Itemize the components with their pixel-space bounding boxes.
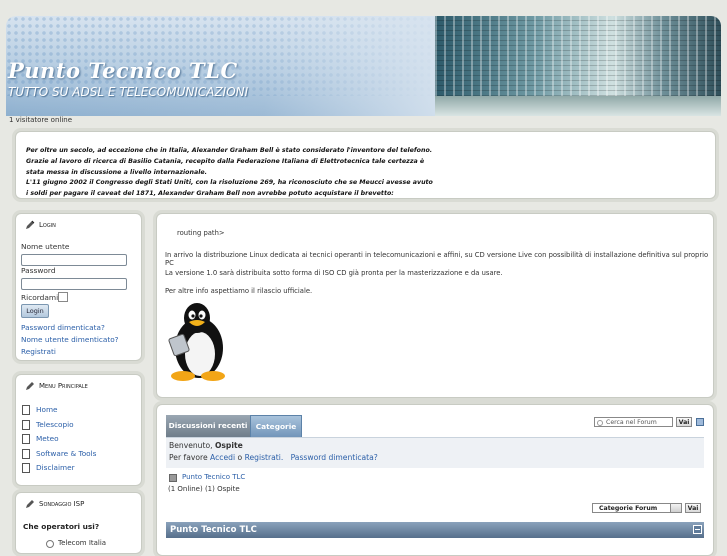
username-field[interactable] <box>21 254 127 266</box>
forum-search-button[interactable]: Vai <box>676 417 692 427</box>
menu-item-meteo[interactable]: Meteo <box>22 434 59 444</box>
intro-text: Per oltre un secolo, ad eccezione che in… <box>26 146 433 200</box>
header-datacenter-image <box>435 16 721 116</box>
register-link[interactable]: Registrati <box>21 347 56 356</box>
intro-line: i soldi per pagare il caveat del 1871, A… <box>26 190 394 198</box>
intro-box: Per oltre un secolo, ad eccezione che in… <box>15 131 716 199</box>
poll-option-label: Telecom Italia <box>58 539 107 547</box>
welcome-line: Benvenuto, Ospite <box>169 441 243 450</box>
poll-question: Che operatori usi? <box>23 522 100 531</box>
main-content: routing path> In arrivo la distribuzione… <box>156 213 714 398</box>
login-module: Login Nome utente Password Ricordami Log… <box>15 213 142 361</box>
menu-title: Menu Principale <box>25 381 88 391</box>
pen-icon <box>26 382 34 390</box>
forum-register-link[interactable]: Registrati. <box>245 453 284 462</box>
login-button[interactable]: Login <box>21 304 49 318</box>
pen-icon <box>26 220 35 229</box>
guest-name: Ospite <box>214 441 243 450</box>
forum-category-link[interactable]: Punto Tecnico TLC <box>182 473 245 481</box>
site-title[interactable]: Punto Tecnico TLC <box>8 58 238 83</box>
tab-recent-discussions[interactable]: Discussioni recenti <box>166 415 250 437</box>
forum-section-header[interactable]: Punto Tecnico TLC <box>166 522 704 538</box>
chevron-down-icon <box>670 504 681 512</box>
forum-login-link[interactable]: Accedi <box>210 453 235 462</box>
article-paragraph: Per altre info aspettiamo il rilascio uf… <box>165 287 313 295</box>
menu-item-disclaimer[interactable]: Disclaimer <box>22 463 75 473</box>
poll-title: Sondaggio ISP <box>25 499 84 509</box>
menu-item-home[interactable]: Home <box>22 405 58 415</box>
menu-item-telescopio[interactable]: Telescopio <box>22 420 74 430</box>
document-icon <box>22 434 30 444</box>
tab-categories[interactable]: Categorie <box>250 415 302 439</box>
document-icon <box>22 420 30 430</box>
poll-radio[interactable] <box>46 540 54 548</box>
article-paragraph: La versione 1.0 sarà distribuita sotto f… <box>165 269 503 277</box>
intro-line: Per oltre un secolo, ad eccezione che in… <box>26 147 433 154</box>
collapse-icon[interactable] <box>696 418 704 426</box>
forum-folder-icon <box>169 474 177 482</box>
search-icon <box>597 420 603 426</box>
remember-label: Ricordami <box>21 293 59 302</box>
forgot-username-link[interactable]: Nome utente dimenticato? <box>21 335 119 344</box>
forum-search-input[interactable]: Cerca nel Forum <box>594 417 673 427</box>
password-field[interactable] <box>21 278 127 290</box>
routing-path: routing path> <box>177 229 225 237</box>
minus-icon[interactable] <box>693 525 702 534</box>
document-icon <box>22 463 30 473</box>
remember-checkbox[interactable] <box>58 292 68 302</box>
forum-module: Discussioni recenti Categorie Cerca nel … <box>156 404 714 556</box>
menu-item-software-tools[interactable]: Software & Tools <box>22 449 96 459</box>
login-prompt-line: Per favore Accedi o Registrati. Password… <box>169 453 378 462</box>
article-paragraph: In arrivo la distribuzione Linux dedicat… <box>165 251 709 267</box>
tux-penguin-image <box>168 303 225 381</box>
login-title: Login <box>25 220 56 230</box>
document-icon <box>22 449 30 459</box>
intro-line: Grazie al lavoro di ricerca di Basilio C… <box>26 157 425 165</box>
welcome-panel: Benvenuto, Ospite Per favore Accedi o Re… <box>166 437 704 468</box>
forgot-password-link[interactable]: Password dimenticata? <box>21 323 105 332</box>
forum-stats: Punto Tecnico TLC (1 Online) (1) Ospite <box>166 469 704 493</box>
intro-line: L'11 giugno 2002 il Congresso degli Stat… <box>26 179 433 187</box>
document-icon <box>22 405 30 415</box>
main-menu-module: Menu Principale Home Telescopio Meteo So… <box>15 374 142 486</box>
forum-forgot-password-link[interactable]: Password dimenticata? <box>291 453 378 462</box>
pen-icon <box>26 500 34 508</box>
category-select[interactable]: Categorie Forum <box>592 503 682 513</box>
username-label: Nome utente <box>21 242 70 251</box>
site-slogan: TUTTO SU ADSL E TELECOMUNICAZIONI <box>8 85 249 99</box>
visitors-online: 1 visitatore online <box>9 116 73 124</box>
intro-line: stata messa in discussione a livello int… <box>26 168 208 176</box>
category-go-button[interactable]: Vai <box>685 503 701 513</box>
online-stats: (1 Online) (1) Ospite <box>168 485 240 493</box>
password-label: Password <box>21 266 56 275</box>
